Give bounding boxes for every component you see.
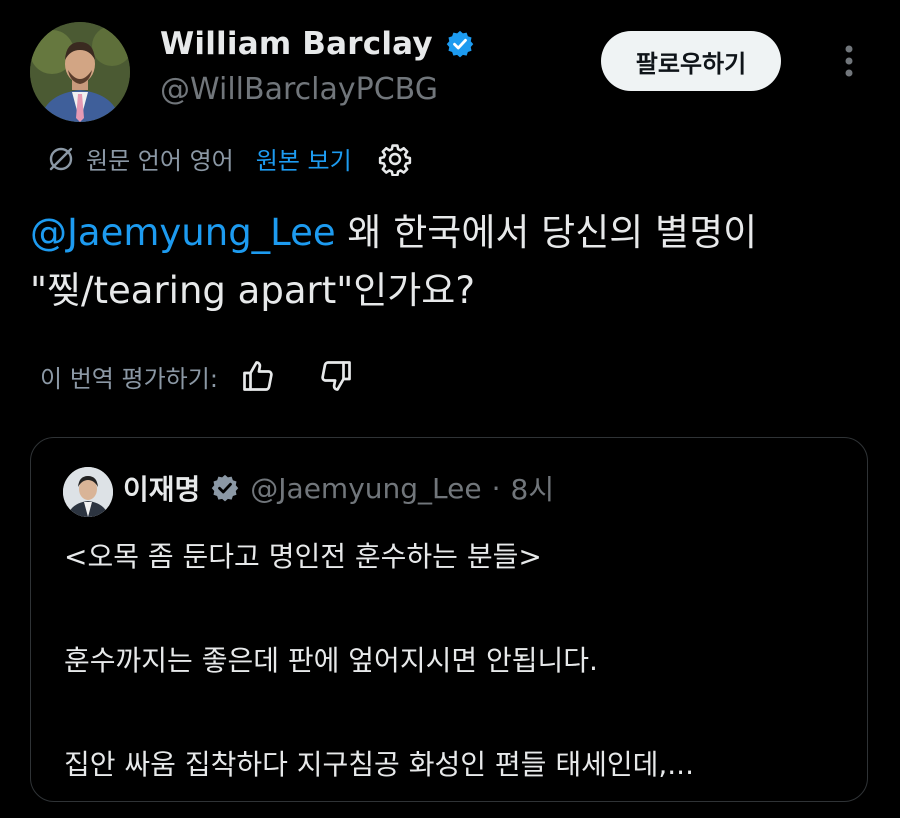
thumbs-down-icon[interactable]: [318, 358, 354, 394]
quoted-line-2: 훈수까지는 좋은데 판에 엎어지시면 안됩니다.: [64, 644, 598, 677]
translation-info-row: 원문 언어 영어 원본 보기: [46, 141, 412, 176]
gear-icon[interactable]: [378, 142, 412, 176]
mention-link[interactable]: @Jaemyung_Lee: [30, 211, 336, 254]
quoted-tweet-time[interactable]: 8시: [511, 468, 555, 508]
more-options-icon[interactable]: [836, 41, 862, 81]
source-language-label: 원문 언어 영어: [86, 147, 234, 175]
tweet-text-line-2: "찢/tearing apart"인가요?: [30, 269, 475, 312]
rate-translation-label: 이 번역 평가하기:: [40, 364, 218, 393]
thumbs-up-icon[interactable]: [240, 358, 276, 394]
author-avatar[interactable]: [30, 22, 130, 122]
quoted-author-handle[interactable]: @Jaemyung_Lee: [250, 472, 481, 505]
author-name[interactable]: William Barclay: [160, 26, 433, 62]
follow-button[interactable]: 팔로우하기: [601, 31, 781, 91]
author-handle[interactable]: @WillBarclayPCBG: [160, 72, 438, 107]
tweet-line-1: @Jaemyung_Lee 왜 한국에서 당신의 별명이: [30, 204, 870, 262]
quoted-line-3: 집안 싸움 집착하다 지구침공 화성인 편들 태세인데,...: [64, 748, 694, 781]
quoted-verified-badge-icon: [212, 474, 239, 502]
quoted-author-avatar[interactable]: [63, 467, 113, 517]
author-avatar-image: [30, 22, 130, 122]
quoted-author-name[interactable]: 이재명: [123, 468, 200, 508]
quoted-line-1: <오목 좀 둔다고 명인전 훈수하는 분들>: [64, 540, 542, 573]
quoted-author-avatar-image: [63, 467, 113, 517]
quoted-tweet-header: 이재명 @Jaemyung_Lee · 8시: [123, 468, 554, 508]
tweet-text: @Jaemyung_Lee 왜 한국에서 당신의 별명이 "찢/tearing …: [30, 204, 870, 320]
show-original-link[interactable]: 원본 보기: [256, 141, 352, 176]
author-name-row: William Barclay: [160, 26, 475, 62]
separator-dot: ·: [491, 471, 501, 505]
translate-icon: [49, 147, 73, 170]
tweet-text-line-1: 왜 한국에서 당신의 별명이: [335, 211, 758, 254]
quoted-tweet-body: <오목 좀 둔다고 명인전 훈수하는 분들> 훈수까지는 좋은데 판에 엎어지시…: [64, 530, 854, 792]
rate-translation-row: 이 번역 평가하기:: [40, 358, 354, 394]
verified-badge-icon: [446, 30, 473, 58]
quoted-tweet-card[interactable]: 이재명 @Jaemyung_Lee · 8시 <오목 좀 둔다고 명인전 훈수하…: [30, 437, 868, 802]
